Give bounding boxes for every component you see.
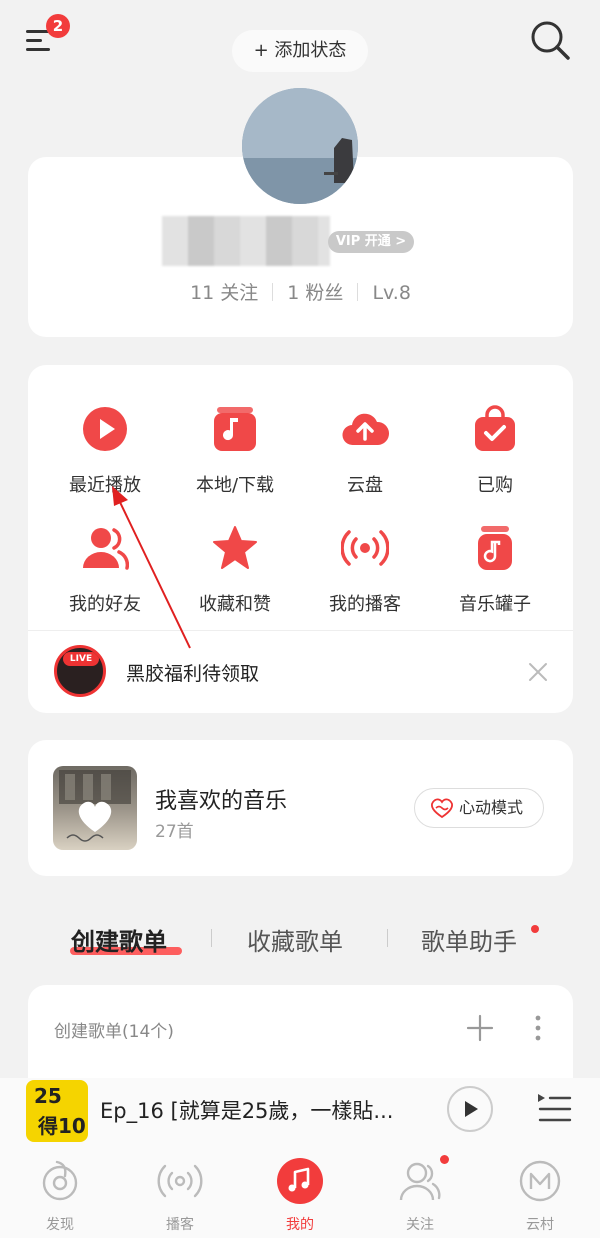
avatar-image (242, 88, 358, 204)
nav-label: 发现 (46, 1217, 74, 1233)
shopping-bag-icon (475, 405, 515, 451)
new-dot (531, 925, 539, 933)
cover-text: 25 (34, 1084, 62, 1108)
music-jar-icon (478, 526, 512, 570)
play-icon (465, 1101, 478, 1117)
grid-item-label: 已购 (477, 475, 513, 496)
menu-button[interactable]: 2 (22, 14, 70, 60)
heart-mode-button[interactable]: 心动模式 (414, 788, 544, 828)
divider (357, 283, 359, 301)
grid-item-favorites[interactable]: 收藏和赞 (170, 524, 300, 616)
nav-discover[interactable]: 发现 (20, 1158, 100, 1234)
grid-item-label: 我的播客 (329, 594, 401, 615)
cloud-upload-icon (342, 413, 390, 446)
nav-label: 播客 (166, 1217, 194, 1233)
level[interactable]: Lv.8 (372, 282, 410, 304)
tab-created-playlists[interactable]: 创建歌单 (71, 922, 167, 957)
play-circle-icon (83, 407, 127, 451)
podcast-icon (157, 1164, 203, 1198)
follow-count[interactable]: 11 关注 (190, 282, 258, 304)
heart-cover-image (59, 770, 131, 842)
nav-mine[interactable]: 我的 (260, 1158, 340, 1234)
more-button[interactable] (530, 1014, 546, 1042)
heart-wave-icon (430, 798, 454, 819)
menu-icon-line (26, 48, 50, 51)
follow-icon (399, 1162, 441, 1201)
star-icon (213, 526, 257, 569)
add-status-button[interactable]: + 添加状态 (232, 30, 368, 72)
tab-collected-playlists[interactable]: 收藏歌单 (247, 922, 343, 957)
grid-item-cloud[interactable]: 云盘 (300, 405, 430, 497)
favorite-count: 27首 (155, 822, 194, 842)
grid-item-local-download[interactable]: 本地/下载 (170, 405, 300, 497)
search-button[interactable] (528, 18, 572, 62)
grid-item-label: 收藏和赞 (199, 594, 271, 615)
heart-mode-label: 心动模式 (459, 798, 524, 817)
cover-text: 得10 (38, 1114, 86, 1138)
search-icon (531, 21, 570, 60)
friends-icon (83, 528, 130, 570)
tab-divider (387, 929, 388, 947)
add-playlist-button[interactable] (466, 1014, 494, 1042)
grid-item-label: 最近播放 (69, 475, 141, 496)
discover-icon (42, 1160, 78, 1201)
grid-item-recent-play[interactable]: 最近播放 (40, 405, 170, 497)
fans-count[interactable]: 1 粉丝 (287, 282, 343, 304)
broadcast-icon (340, 530, 390, 566)
nav-label: 云村 (526, 1217, 554, 1233)
plus-icon (466, 1014, 494, 1042)
play-button[interactable] (447, 1086, 493, 1132)
grid-item-label: 我的好友 (69, 594, 141, 615)
close-button[interactable] (526, 660, 550, 684)
grid-item-my-podcast[interactable]: 我的播客 (300, 524, 430, 616)
grid-item-label: 云盘 (347, 475, 383, 496)
close-icon (529, 663, 547, 681)
player-title[interactable]: Ep_16 [就算是25歲，一樣貼... (100, 1095, 420, 1125)
live-badge: LIVE (63, 652, 99, 666)
more-vertical-icon (535, 1015, 541, 1041)
playlist-header: 创建歌单(14个) (54, 1022, 174, 1042)
nav-village[interactable]: 云村 (500, 1158, 580, 1234)
avatar[interactable] (242, 88, 358, 204)
grid-item-label: 本地/下载 (195, 475, 275, 496)
vinyl-reward-text[interactable]: 黑胶福利待领取 (126, 659, 259, 686)
notification-badge: 2 (46, 14, 70, 38)
favorite-title: 我喜欢的音乐 (155, 789, 288, 814)
nav-follow[interactable]: 关注 (380, 1158, 460, 1234)
divider (28, 630, 573, 631)
menu-icon-line (26, 39, 42, 42)
nav-label: 关注 (406, 1217, 434, 1233)
profile-stats: 11 关注 1 粉丝 Lv.8 (28, 278, 573, 305)
nav-podcast[interactable]: 播客 (140, 1158, 220, 1234)
favorite-cover[interactable] (53, 766, 137, 850)
queue-icon (538, 1094, 572, 1122)
player-cover[interactable]: 25 得10 (26, 1080, 88, 1142)
username-blurred (162, 216, 330, 266)
village-icon (519, 1160, 561, 1202)
live-avatar[interactable]: LIVE (54, 645, 106, 697)
nav-label: 我的 (286, 1217, 314, 1233)
tab-playlist-assistant[interactable]: 歌单助手 (421, 922, 517, 957)
vip-tag[interactable]: VIP 开通 > (328, 231, 414, 253)
grid-item-friends[interactable]: 我的好友 (40, 524, 170, 616)
music-note-icon (277, 1158, 323, 1204)
playlist-queue-button[interactable] (536, 1092, 572, 1126)
grid-item-music-jar[interactable]: 音乐罐子 (430, 524, 560, 616)
divider (272, 283, 274, 301)
grid-item-purchased[interactable]: 已购 (430, 405, 560, 497)
music-folder-icon (214, 407, 256, 451)
grid-item-label: 音乐罐子 (459, 594, 531, 615)
tab-divider (211, 929, 212, 947)
nav-new-dot (440, 1155, 449, 1164)
